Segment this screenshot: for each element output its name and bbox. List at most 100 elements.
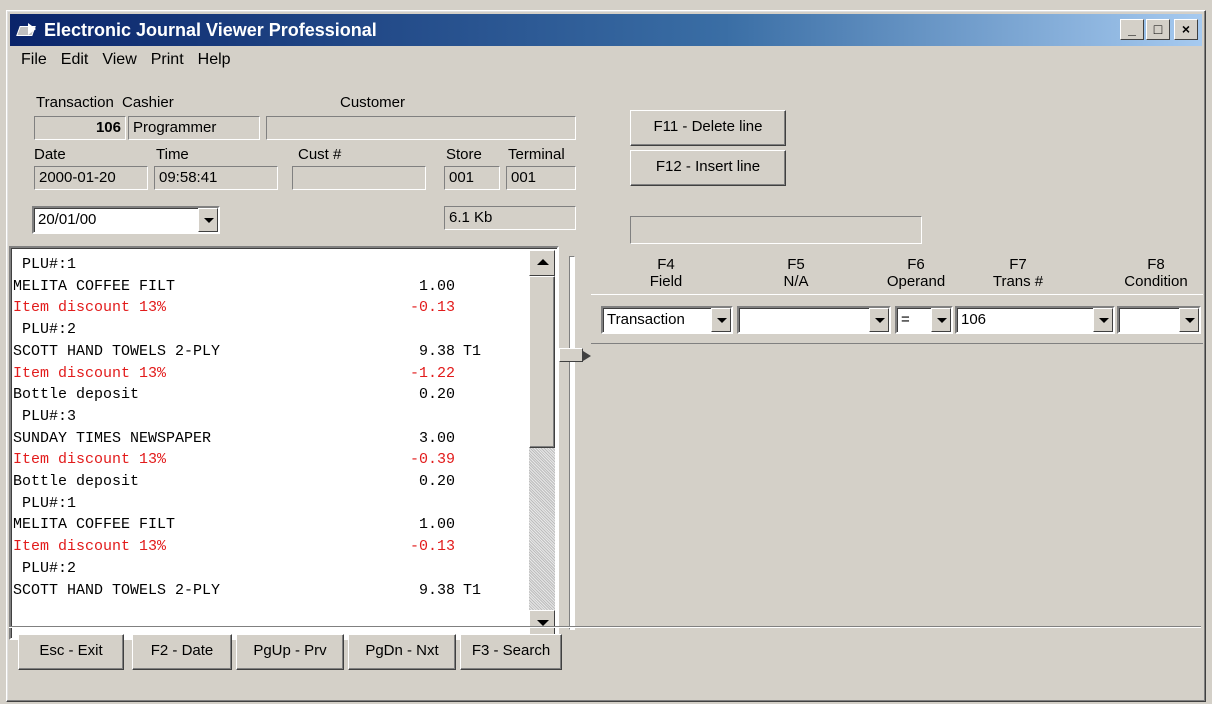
f8-key: F8 [1147,256,1165,273]
chevron-down-icon[interactable] [198,208,218,232]
na-select[interactable] [737,306,891,334]
time-label: Time [156,146,189,163]
journal-line-text: PLU#:2 [13,321,77,339]
journal-line-amount: -0.13 [409,299,455,317]
journal-line-tax [455,471,503,493]
menu-help[interactable]: Help [198,51,231,69]
cust-no-label: Cust # [298,146,342,163]
journal-line[interactable]: MELITA COFFEE FILT 1.00 [13,276,503,298]
journal-line-text: PLU#:2 [13,559,77,577]
next-button[interactable]: PgDn - Nxt [348,634,456,670]
menu-print[interactable]: Print [151,51,184,69]
delete-line-button[interactable]: F11 - Delete line [630,110,786,146]
journal-line-text: Item discount 13% [13,538,167,556]
journal-line-amount: 0.20 [418,473,455,491]
journal-line-amount: 9.38 [418,342,455,360]
journal-line[interactable]: PLU#:2 [13,319,503,341]
title-bar[interactable]: Electronic Journal Viewer Professional _… [10,14,1202,46]
insert-line-button[interactable]: F12 - Insert line [630,150,786,186]
journal-line[interactable]: Item discount 13% -1.22 [13,363,503,385]
journal-line[interactable]: SUNDAY TIMES NEWSPAPER 3.00 [13,428,503,450]
condition-select[interactable] [1117,306,1201,334]
f7-header: F7 Trans # [984,256,1052,290]
progress-field [630,216,922,244]
journal-line-text: SCOTT HAND TOWELS 2-PLY [13,581,221,599]
journal-line[interactable]: PLU#:2 [13,558,503,580]
journal-listbox[interactable]: PLU#:1 MELITA COFFEE FILT 1.00 Item discoun… [9,246,559,640]
journal-size-field: 6.1 Kb [444,206,576,230]
f6-key: F6 [907,256,925,273]
journal-scrollbar[interactable] [529,250,555,636]
scroll-thumb[interactable] [529,276,555,448]
date-label: Date [34,146,66,163]
journal-line-tax [455,297,503,319]
journal-line-tax [455,428,503,450]
trans-number-select-value: 106 [961,311,987,328]
f4-label: Field [649,273,683,290]
chevron-down-icon[interactable] [711,308,731,332]
journal-line[interactable]: MELITA COFFEE FILT 1.00 [13,514,503,536]
f4-header: F4 Field [636,256,696,290]
date-select[interactable]: 20/01/00 [32,206,220,234]
journal-line[interactable]: PLU#:1 [13,254,503,276]
chevron-down-icon[interactable] [1093,308,1113,332]
cust-no-field [292,166,426,190]
journal-line-amount: -0.13 [409,538,455,556]
search-button[interactable]: F3 - Search [460,634,562,670]
maximize-button[interactable]: □ [1146,19,1170,40]
chevron-down-icon[interactable] [931,308,951,332]
journal-line[interactable]: SCOTT HAND TOWELS 2-PLY 9.38 T1 [13,580,503,602]
journal-line-amount: 3.00 [418,429,455,447]
chevron-down-icon[interactable] [869,308,889,332]
journal-line-text: Bottle deposit [13,473,140,491]
prev-button[interactable]: PgUp - Prv [236,634,344,670]
journal-line-tax [455,276,503,298]
close-button[interactable]: × [1174,19,1198,40]
slider-handle[interactable] [559,348,591,362]
journal-line-amount: -1.22 [409,364,455,382]
menu-view[interactable]: View [102,51,136,69]
chevron-down-icon[interactable] [1179,308,1199,332]
slider-track [569,256,575,630]
f7-key: F7 [1009,256,1027,273]
f6-label: Operand [886,273,946,290]
minimize-button[interactable]: _ [1120,19,1144,40]
journal-line-tax [455,493,503,515]
field-select[interactable]: Transaction [601,306,733,334]
journal-line-text: Item discount 13% [13,299,167,317]
journal-line-tax [455,514,503,536]
exit-button[interactable]: Esc - Exit [18,634,124,670]
journal-line-text: PLU#:1 [13,256,77,273]
journal-line[interactable]: Bottle deposit 0.20 [13,384,503,406]
menu-file[interactable]: File [21,51,47,69]
journal-lines: PLU#:1 MELITA COFFEE FILT 1.00 Item discoun… [13,254,503,601]
journal-line-text: Item discount 13% [13,364,167,382]
vertical-slider[interactable] [559,252,591,634]
menu-edit[interactable]: Edit [61,51,89,69]
operand-select[interactable]: = [895,306,953,334]
store-label: Store [446,146,482,163]
trans-number-select[interactable]: 106 [955,306,1115,334]
customer-field [266,116,576,140]
journal-line[interactable]: SCOTT HAND TOWELS 2-PLY 9.38 T1 [13,341,503,363]
journal-line-tax: T1 [463,342,482,360]
journal-line-amount [393,319,455,341]
field-select-value: Transaction [607,311,685,328]
journal-line[interactable]: Bottle deposit 0.20 [13,471,503,493]
date-select-value: 20/01/00 [38,211,97,228]
date-button[interactable]: F2 - Date [132,634,232,670]
operand-select-value: = [901,311,910,328]
journal-line[interactable]: Item discount 13% -0.13 [13,536,503,558]
journal-line-amount [393,493,455,515]
cashier-label: Cashier [122,94,174,111]
journal-line[interactable]: PLU#:1 [13,493,503,515]
journal-line-text: SUNDAY TIMES NEWSPAPER [13,429,212,447]
cashier-field: Programmer [128,116,260,140]
journal-line[interactable]: Item discount 13% -0.13 [13,297,503,319]
customer-label: Customer [340,94,406,111]
journal-line[interactable]: Item discount 13% -0.39 [13,449,503,471]
scroll-up-icon[interactable] [529,250,555,276]
journal-line[interactable]: PLU#:3 [13,406,503,428]
journal-line-text: PLU#:3 [13,407,77,425]
journal-line-amount: 0.20 [418,386,455,404]
